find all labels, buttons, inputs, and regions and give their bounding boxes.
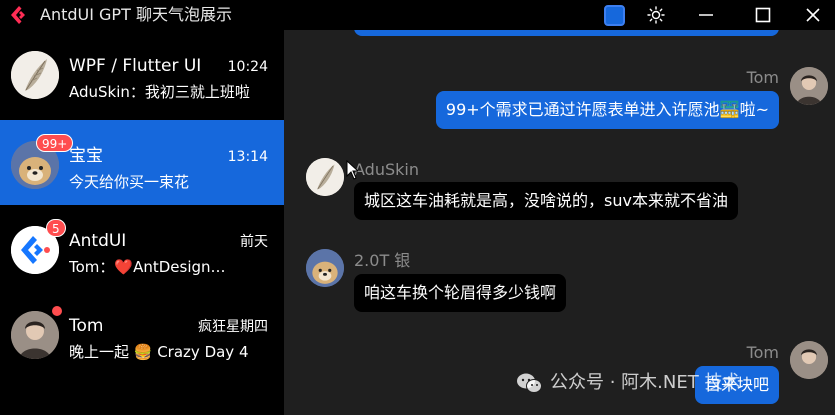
unread-badge: 5 [46,219,66,237]
avatar [11,311,59,359]
avatar [11,51,59,99]
conversation-item[interactable]: Tom 疯狂星期四 晚上一起 🍔 Crazy Day 4 [0,290,284,375]
feather-icon [306,158,344,196]
conversation-name: Tom [69,316,104,336]
unread-dot [52,306,62,316]
watermark: 公众号 · 阿木.NET 技术 [516,372,740,394]
conversation-time: 前天 [240,234,268,250]
mouse-cursor-icon [346,160,358,180]
wechat-icon [517,373,542,393]
maximize-button[interactable] [741,0,785,30]
close-icon [806,8,820,22]
conversation-name: WPF / Flutter UI [69,56,202,76]
avatar [790,341,828,379]
message-sender: Tom [746,68,779,87]
conversation-item-active[interactable]: 99+ 宝宝 13:14 今天给你买一束花 [0,120,284,205]
dog-icon [306,249,344,287]
avatar [790,67,828,105]
conversation-preview: 今天给你买一束花 [69,173,190,191]
minimize-icon [699,14,713,16]
theme-color-button[interactable] [604,5,625,26]
app-title: AntdUI GPT 聊天气泡展示 [40,5,232,24]
message-bubble: 城区这车油耗就是高，没啥说的，suv本来就不省油 [354,182,738,220]
avatar [306,249,344,287]
message-sender: 2.0T 银 [354,251,411,270]
theme-toggle-button[interactable] [634,0,678,30]
avatar [306,158,344,196]
conversation-preview: Tom：❤️AntDesign… [69,258,226,276]
conversation-time: 10:24 [227,59,268,75]
minimize-button[interactable] [684,0,728,30]
conversation-name: 宝宝 [69,146,103,166]
close-button[interactable] [791,0,835,30]
conversation-item[interactable]: WPF / Flutter UI 10:24 AduSkin：我初三就上班啦 [0,30,284,115]
conversation-item[interactable]: 5 AntdUI 前天 Tom：❤️AntDesign… [0,205,284,290]
app-logo-icon [11,6,25,24]
chat-panel: Tom 99+个需求已通过许愿表单进入许愿池🚟啦~ AduSkin 城区这车油耗… [284,30,835,415]
previous-message-bubble [354,30,779,36]
title-bar: AntdUI GPT 聊天气泡展示 [0,0,835,30]
sun-icon [647,6,665,24]
conversation-preview: 晚上一起 🍔 Crazy Day 4 [69,343,249,361]
conversation-list: WPF / Flutter UI 10:24 AduSkin：我初三就上班啦 9… [0,30,284,415]
message-bubble: 99+个需求已通过许愿表单进入许愿池🚟啦~ [435,91,779,129]
watermark-text: 公众号 · 阿木.NET 技术 [550,372,741,393]
conversation-name: AntdUI [69,231,127,251]
message-bubble: 咱这车换个轮眉得多少钱啊 [354,274,567,312]
unread-badge: 99+ [36,134,74,152]
conversation-time: 疯狂星期四 [198,319,268,335]
feather-icon [11,51,59,99]
message-sender: AduSkin [354,160,419,179]
conversation-time: 13:14 [227,149,268,165]
person-icon [11,311,59,359]
message-sender: Tom [746,343,779,362]
maximize-icon [755,7,771,23]
conversation-preview: AduSkin：我初三就上班啦 [69,83,250,101]
person-icon [790,67,828,105]
person-icon [790,341,828,379]
